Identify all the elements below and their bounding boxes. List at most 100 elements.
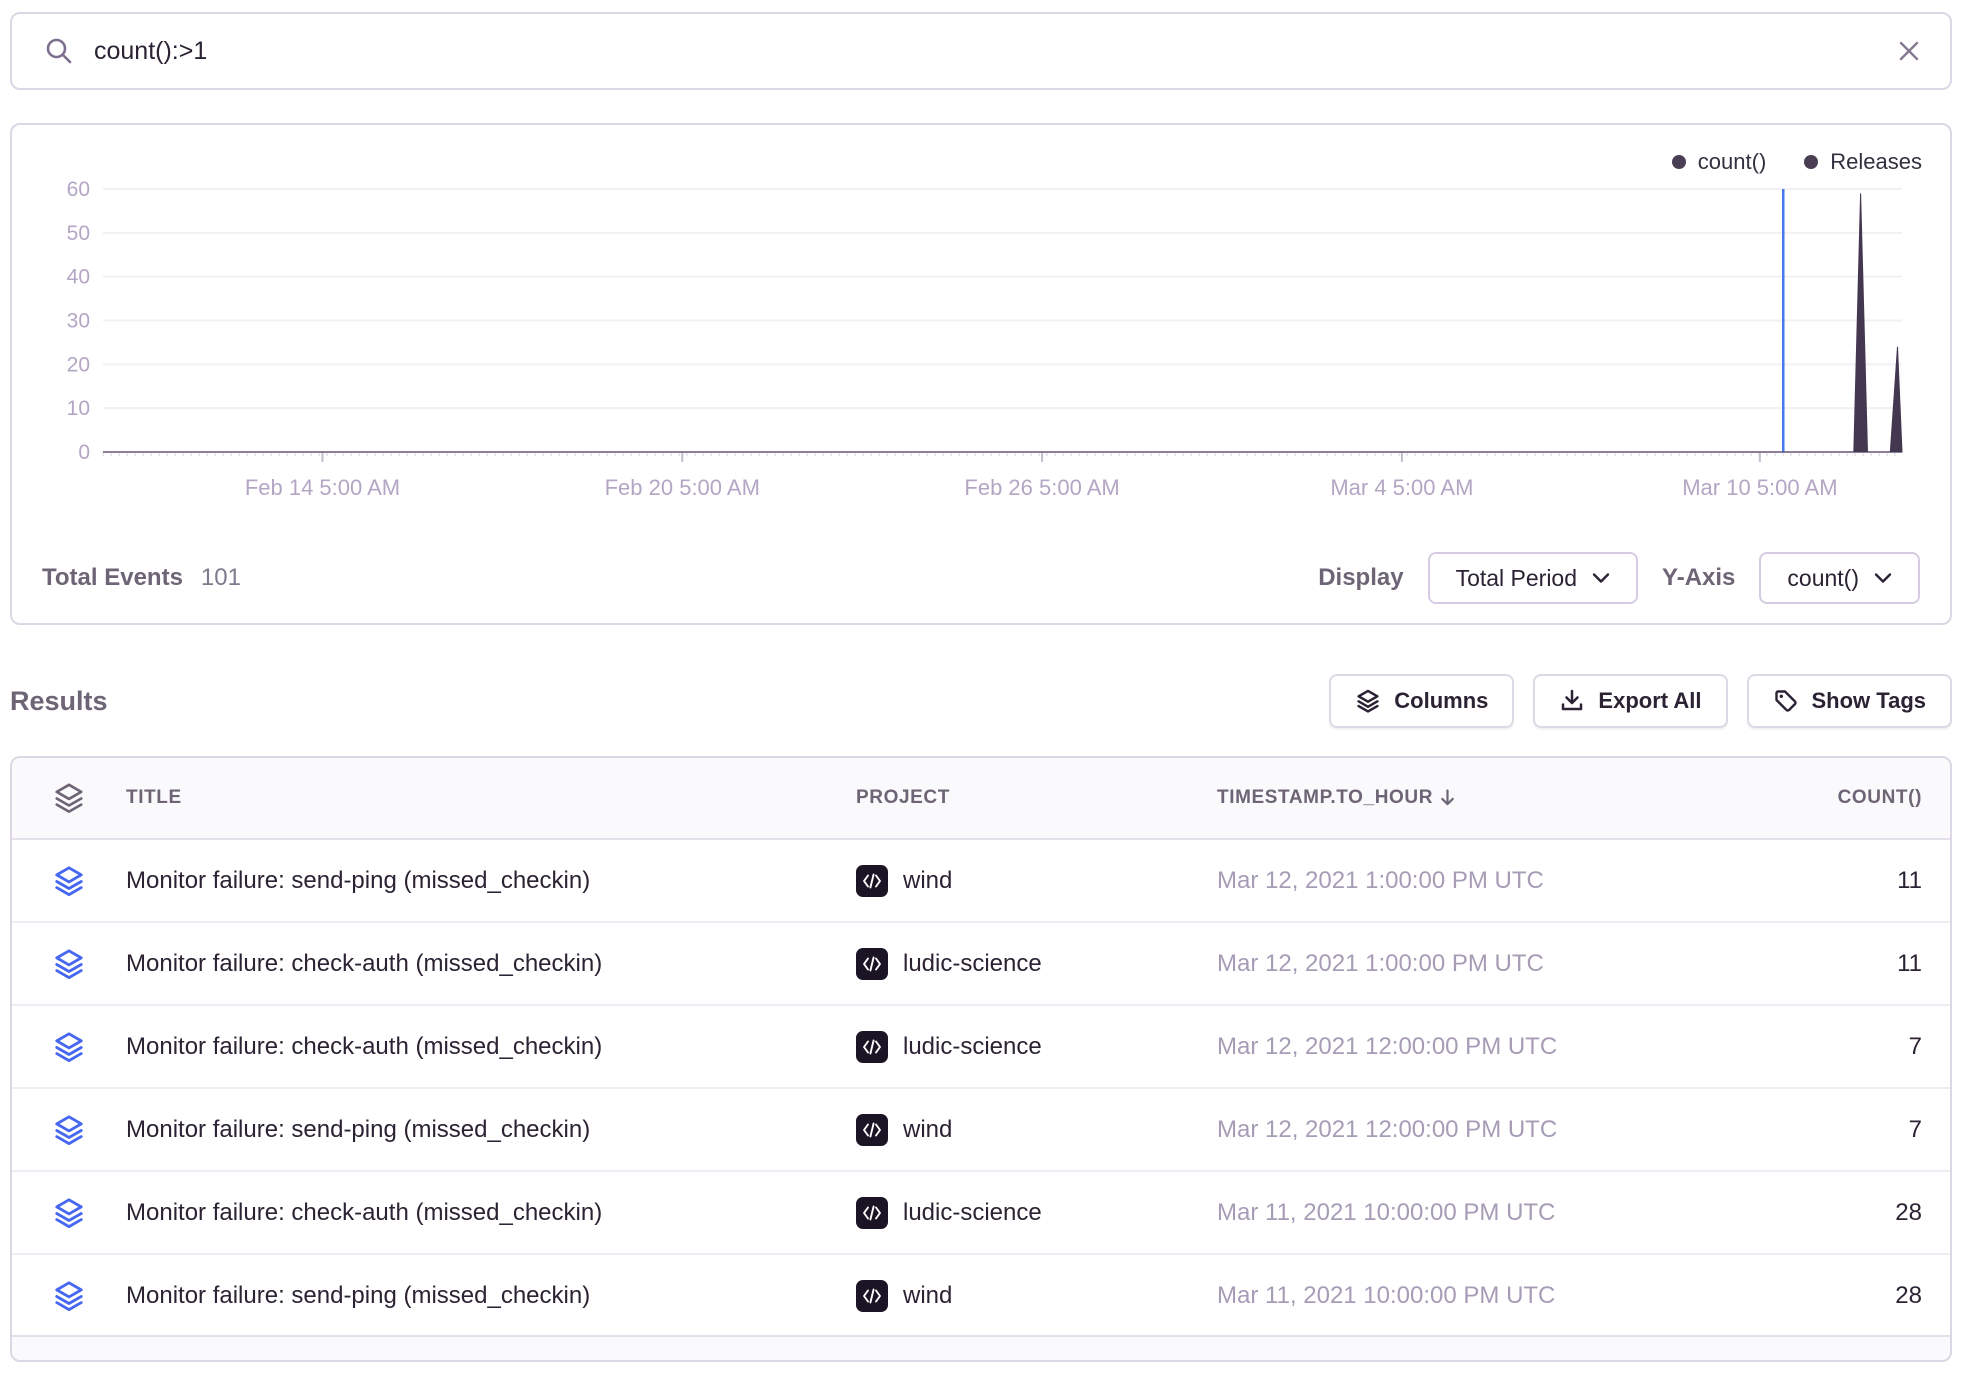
project-platform-icon <box>856 865 888 897</box>
chevron-down-icon <box>1592 572 1610 584</box>
row-count: 28 <box>1687 1199 1950 1227</box>
project-platform-icon <box>856 1114 888 1146</box>
svg-text:10: 10 <box>67 397 90 420</box>
table-row[interactable]: Monitor failure: check-auth (missed_chec… <box>12 1006 1950 1089</box>
table-row[interactable]: Monitor failure: send-ping (missed_check… <box>12 1255 1950 1338</box>
svg-text:Feb 14 5:00 AM: Feb 14 5:00 AM <box>245 475 400 500</box>
project-cell: wind <box>856 1114 1217 1146</box>
project-name: ludic-science <box>903 1199 1042 1227</box>
search-bar[interactable]: count():>1 <box>10 12 1952 90</box>
column-header-timestamp[interactable]: TIMESTAMP.TO_HOUR <box>1217 787 1687 809</box>
legend-item-releases[interactable]: Releases <box>1804 149 1922 175</box>
layers-icon <box>1355 688 1381 714</box>
close-icon[interactable] <box>1894 36 1924 66</box>
row-title[interactable]: Monitor failure: check-auth (missed_chec… <box>126 1199 856 1227</box>
table-row[interactable]: Monitor failure: check-auth (missed_chec… <box>12 1172 1950 1255</box>
project-name: wind <box>903 1116 952 1144</box>
export-all-button-label: Export All <box>1598 688 1701 714</box>
results-heading: Results <box>10 686 108 717</box>
legend-label-releases: Releases <box>1830 149 1922 175</box>
project-name: wind <box>903 867 952 895</box>
legend-label-count: count() <box>1698 149 1766 175</box>
total-events-label: Total Events <box>42 564 183 592</box>
svg-text:0: 0 <box>78 441 90 464</box>
export-all-button[interactable]: Export All <box>1533 674 1727 728</box>
svg-text:Mar 10 5:00 AM: Mar 10 5:00 AM <box>1682 475 1837 500</box>
chart-legend: count() Releases <box>1672 149 1922 175</box>
stack-layers-icon <box>12 948 126 980</box>
row-timestamp: Mar 12, 2021 1:00:00 PM UTC <box>1217 950 1687 978</box>
table-footer <box>12 1335 1950 1360</box>
svg-text:40: 40 <box>67 266 90 289</box>
project-cell: wind <box>856 1280 1217 1312</box>
column-header-count[interactable]: COUNT() <box>1687 787 1950 809</box>
results-bar: Results Columns Export All Show Tags <box>10 672 1952 730</box>
table-row[interactable]: Monitor failure: check-auth (missed_chec… <box>12 923 1950 1006</box>
stack-layers-icon <box>12 1280 126 1312</box>
columns-button[interactable]: Columns <box>1329 674 1514 728</box>
project-platform-icon <box>856 1197 888 1229</box>
show-tags-button[interactable]: Show Tags <box>1747 674 1953 728</box>
row-timestamp: Mar 11, 2021 10:00:00 PM UTC <box>1217 1282 1687 1310</box>
yaxis-dropdown[interactable]: count() <box>1759 552 1920 604</box>
row-title[interactable]: Monitor failure: check-auth (missed_chec… <box>126 950 856 978</box>
legend-item-count[interactable]: count() <box>1672 149 1766 175</box>
row-timestamp: Mar 12, 2021 12:00:00 PM UTC <box>1217 1116 1687 1144</box>
project-cell: wind <box>856 865 1217 897</box>
results-table: TITLE PROJECT TIMESTAMP.TO_HOUR COUNT() … <box>10 756 1952 1362</box>
project-cell: ludic-science <box>856 948 1217 980</box>
row-timestamp: Mar 12, 2021 1:00:00 PM UTC <box>1217 867 1687 895</box>
chart-footer: Total Events 101 Display Total Period Y-… <box>12 549 1950 607</box>
svg-text:Mar 4 5:00 AM: Mar 4 5:00 AM <box>1330 475 1473 500</box>
column-header-title[interactable]: TITLE <box>126 787 856 809</box>
project-name: wind <box>903 1282 952 1310</box>
header-layers-icon[interactable] <box>12 782 126 814</box>
yaxis-dropdown-value: count() <box>1787 565 1859 592</box>
search-icon <box>44 36 74 66</box>
download-icon <box>1559 688 1585 714</box>
search-input[interactable]: count():>1 <box>94 37 207 66</box>
results-actions: Columns Export All Show Tags <box>1329 674 1952 728</box>
yaxis-label: Y-Axis <box>1662 564 1735 592</box>
column-header-project[interactable]: PROJECT <box>856 787 1217 809</box>
legend-dot-releases <box>1804 155 1818 169</box>
total-events-value: 101 <box>201 564 241 592</box>
svg-text:20: 20 <box>67 353 90 376</box>
svg-text:30: 30 <box>67 310 90 333</box>
row-count: 11 <box>1687 950 1950 978</box>
project-platform-icon <box>856 948 888 980</box>
display-dropdown-value: Total Period <box>1456 565 1577 592</box>
project-cell: ludic-science <box>856 1031 1217 1063</box>
row-title[interactable]: Monitor failure: send-ping (missed_check… <box>126 1116 856 1144</box>
columns-button-label: Columns <box>1394 688 1488 714</box>
events-chart-panel: count() Releases 0 10 20 30 40 50 60 Feb 14 5:0… <box>10 123 1952 625</box>
table-row[interactable]: Monitor failure: send-ping (missed_check… <box>12 1089 1950 1172</box>
svg-text:60: 60 <box>67 178 90 201</box>
sort-desc-icon <box>1439 788 1456 808</box>
svg-text:Feb 20 5:00 AM: Feb 20 5:00 AM <box>605 475 760 500</box>
row-title[interactable]: Monitor failure: send-ping (missed_check… <box>126 1282 856 1310</box>
project-name: ludic-science <box>903 950 1042 978</box>
row-timestamp: Mar 12, 2021 12:00:00 PM UTC <box>1217 1033 1687 1061</box>
row-count: 7 <box>1687 1116 1950 1144</box>
svg-text:Feb 26 5:00 AM: Feb 26 5:00 AM <box>964 475 1119 500</box>
table-body: Monitor failure: send-ping (missed_check… <box>12 840 1950 1338</box>
row-count: 7 <box>1687 1033 1950 1061</box>
stack-layers-icon <box>12 1114 126 1146</box>
show-tags-button-label: Show Tags <box>1812 688 1927 714</box>
table-row[interactable]: Monitor failure: send-ping (missed_check… <box>12 840 1950 923</box>
chevron-down-icon <box>1874 572 1892 584</box>
stack-layers-icon <box>12 1197 126 1229</box>
svg-text:50: 50 <box>67 222 90 245</box>
row-timestamp: Mar 11, 2021 10:00:00 PM UTC <box>1217 1199 1687 1227</box>
table-header: TITLE PROJECT TIMESTAMP.TO_HOUR COUNT() <box>12 758 1950 840</box>
row-title[interactable]: Monitor failure: send-ping (missed_check… <box>126 867 856 895</box>
tag-icon <box>1773 688 1799 714</box>
project-platform-icon <box>856 1280 888 1312</box>
project-platform-icon <box>856 1031 888 1063</box>
display-label: Display <box>1318 564 1403 592</box>
project-name: ludic-science <box>903 1033 1042 1061</box>
row-title[interactable]: Monitor failure: check-auth (missed_chec… <box>126 1033 856 1061</box>
stack-layers-icon <box>12 865 126 897</box>
display-dropdown[interactable]: Total Period <box>1428 552 1638 604</box>
